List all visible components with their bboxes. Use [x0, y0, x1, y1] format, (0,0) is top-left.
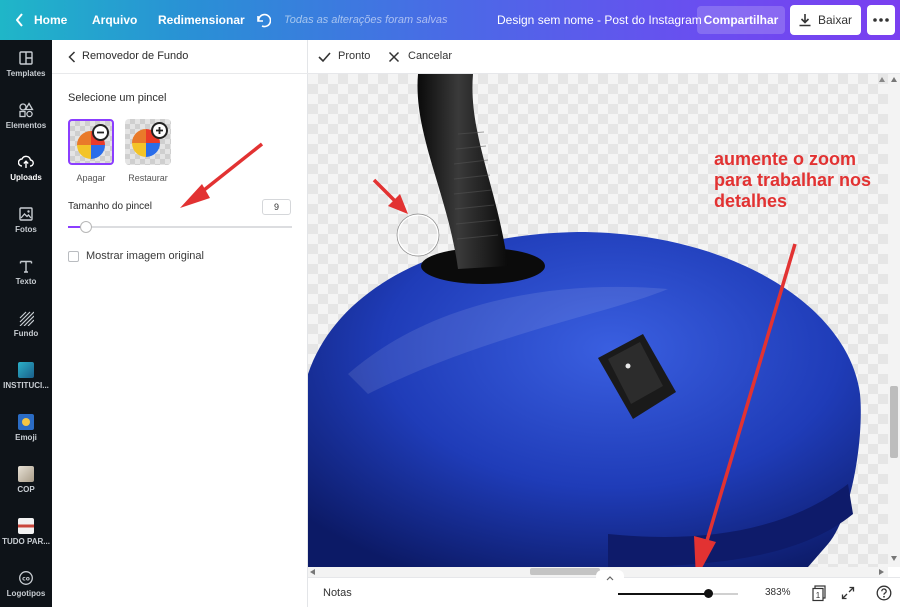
fullscreen-icon[interactable]	[841, 586, 855, 600]
resize-menu[interactable]: Redimensionar	[158, 0, 245, 40]
expand-pages-tab[interactable]	[596, 570, 624, 581]
done-label: Pronto	[338, 50, 371, 62]
background-icon	[19, 311, 34, 326]
sidebar-item-uploads[interactable]: Uploads	[0, 144, 52, 194]
brush-heading: Selecione um pincel	[68, 92, 167, 104]
sidebar-item-label: COP	[17, 485, 35, 494]
page-count-icon[interactable]: 1	[811, 585, 827, 602]
restore-brush-label: Restaurar	[128, 173, 168, 183]
sidebar-item-templates[interactable]: Templates	[0, 40, 52, 90]
erase-brush-label: Apagar	[76, 173, 106, 183]
check-icon	[318, 52, 331, 63]
panel-header: Removedor de Fundo	[52, 40, 308, 74]
sidebar-item-label: Fundo	[13, 329, 39, 338]
sidebar: Templates Elementos Uploads Fotos Texto …	[0, 40, 52, 607]
editing-canvas[interactable]	[308, 74, 888, 567]
vertical-scrollbar-thumb[interactable]	[890, 386, 898, 458]
sidebar-item-tudo-para[interactable]: TUDO PAR...	[0, 508, 52, 558]
home-back-icon[interactable]	[15, 0, 24, 40]
scroll-down-icon[interactable]	[891, 556, 897, 561]
zoom-slider[interactable]	[618, 593, 738, 595]
annotation-arrow	[180, 142, 264, 208]
sidebar-item-label: TUDO PAR...	[2, 537, 50, 546]
sidebar-item-label: INSTITUCI...	[3, 381, 49, 390]
more-options-button[interactable]	[867, 5, 895, 35]
erase-brush-button[interactable]	[68, 119, 114, 165]
cancel-label: Cancelar	[408, 50, 453, 62]
sidebar-item-label: Fotos	[15, 225, 37, 234]
sidebar-item-logos[interactable]: co Logotipos	[0, 560, 52, 607]
elements-icon	[19, 102, 34, 118]
done-button[interactable]: Pronto	[318, 40, 388, 74]
page-count: 1	[816, 591, 821, 600]
zoom-hint-annotation: aumente o zoom para trabalhar nos detalh…	[714, 149, 872, 211]
cancel-button[interactable]: Cancelar	[388, 40, 468, 74]
sidebar-item-emoji[interactable]: Emoji	[0, 404, 52, 454]
svg-text:co: co	[22, 576, 30, 583]
download-icon	[799, 14, 811, 27]
minus-icon	[92, 124, 109, 141]
download-label: Baixar	[818, 13, 853, 27]
sidebar-item-label: Templates	[6, 69, 46, 78]
editor-toolbar: Pronto Cancelar	[308, 40, 900, 74]
sidebar-item-elements[interactable]: Elementos	[0, 92, 52, 142]
download-button[interactable]: Baixar	[790, 5, 861, 35]
vertical-scrollbar[interactable]	[888, 74, 900, 567]
sidebar-item-cop[interactable]: COP	[0, 456, 52, 506]
share-button[interactable]: Compartilhar	[697, 6, 785, 34]
sidebar-item-label: Uploads	[10, 173, 42, 182]
bottom-bar: Notas 383% 1	[308, 570, 900, 607]
zoom-level[interactable]: 383%	[765, 587, 791, 598]
photos-icon	[19, 207, 33, 221]
upload-icon	[18, 155, 34, 168]
sidebar-item-background[interactable]: Fundo	[0, 300, 52, 350]
sidebar-item-label: Logotipos	[6, 589, 46, 598]
background-remover-panel: Removedor de Fundo Selecione um pincel A…	[52, 40, 308, 607]
close-icon	[388, 51, 400, 63]
folder-thumb-icon	[18, 518, 34, 534]
chevron-up-icon	[606, 576, 614, 581]
file-menu[interactable]: Arquivo	[92, 0, 137, 40]
text-icon	[19, 260, 33, 273]
design-title[interactable]: Design sem nome - Post do Instagram	[497, 0, 702, 40]
emoji-icon	[18, 414, 34, 430]
panel-title[interactable]: Removedor de Fundo	[82, 50, 188, 62]
show-original-checkbox[interactable]	[68, 251, 79, 262]
templates-icon	[19, 51, 33, 65]
sidebar-item-instituci[interactable]: INSTITUCI...	[0, 352, 52, 402]
logos-icon: co	[19, 571, 33, 585]
sidebar-item-label: Texto	[15, 277, 37, 286]
save-status: Todas as alterações foram salvas	[284, 14, 448, 26]
lamp-photo	[308, 74, 885, 567]
top-bar: Home Arquivo Redimensionar Todas as alte…	[0, 0, 900, 40]
home-button[interactable]: Home	[34, 0, 67, 40]
sidebar-item-label: Elementos	[5, 121, 47, 130]
brush-size-label: Tamanho do pincel	[68, 201, 152, 212]
app-root: Home Arquivo Redimensionar Todas as alte…	[0, 0, 900, 607]
notes-button[interactable]: Notas	[323, 587, 352, 599]
sidebar-item-label: Emoji	[15, 433, 37, 442]
sidebar-item-photos[interactable]: Fotos	[0, 196, 52, 246]
zoom-slider-fill	[618, 593, 708, 595]
restore-brush-button[interactable]	[125, 119, 171, 165]
folder-thumb-icon	[18, 466, 34, 482]
sidebar-item-text[interactable]: Texto	[0, 248, 52, 298]
zoom-slider-thumb[interactable]	[704, 589, 713, 598]
chevron-left-icon[interactable]	[68, 51, 76, 63]
scroll-left-icon[interactable]	[310, 569, 315, 575]
scroll-up-icon[interactable]	[891, 77, 897, 82]
show-original-label[interactable]: Mostrar imagem original	[86, 250, 204, 262]
brush-size-slider-thumb[interactable]	[79, 221, 92, 233]
more-dots-icon	[873, 18, 889, 22]
undo-icon[interactable]	[255, 0, 272, 40]
scroll-right-icon[interactable]	[879, 569, 884, 575]
plus-icon	[151, 122, 168, 139]
help-icon[interactable]	[876, 585, 892, 601]
folder-thumb-icon	[18, 362, 34, 378]
horizontal-scrollbar-thumb[interactable]	[530, 568, 600, 575]
brush-size-slider[interactable]	[68, 226, 292, 228]
